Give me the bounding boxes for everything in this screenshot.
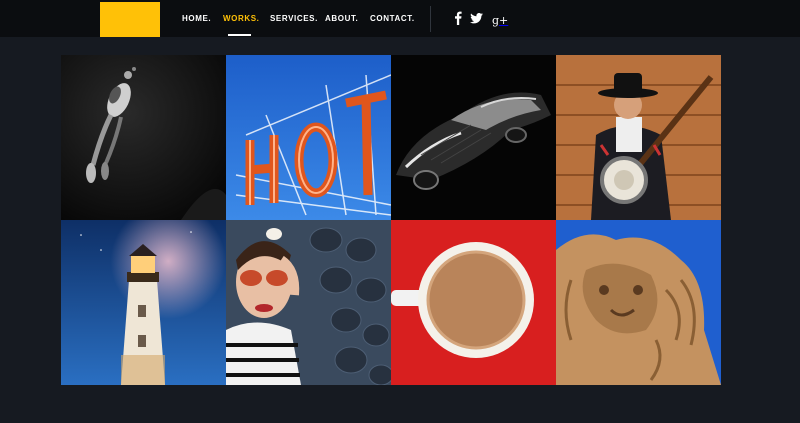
gallery-item-vintage-car[interactable] (391, 55, 556, 220)
gallery-item-woman-sunglasses[interactable] (226, 220, 391, 385)
nav-home[interactable]: HOME. (182, 14, 211, 23)
vintage-car-image (391, 55, 556, 220)
hotel-sign-image (226, 55, 391, 220)
nav-about[interactable]: ABOUT. (325, 14, 358, 23)
scuba-diver-image (61, 55, 226, 220)
logo[interactable] (100, 2, 160, 37)
nav-divider (430, 6, 431, 32)
google-plus-icon[interactable]: g+ (492, 11, 508, 27)
woman-sunglasses-image (226, 220, 391, 385)
lighthouse-image (61, 220, 226, 385)
portfolio-grid (61, 55, 722, 385)
gallery-item-scuba-diver[interactable] (61, 55, 226, 220)
active-indicator (228, 34, 251, 36)
gallery-item-coffee-cup[interactable] (391, 220, 556, 385)
gallery-item-hotel-neon-sign[interactable] (226, 55, 391, 220)
top-navbar: HOME. WORKS. SERVICES. ABOUT. CONTACT. g… (0, 0, 800, 37)
twitter-icon[interactable] (470, 11, 484, 25)
gallery-item-lighthouse[interactable] (61, 220, 226, 385)
facebook-icon[interactable] (451, 11, 465, 25)
coffee-cup-image (391, 220, 556, 385)
banjo-player-image (556, 55, 721, 220)
lion-statue-image (556, 220, 721, 385)
gallery-item-lion-statue[interactable] (556, 220, 721, 385)
nav-works[interactable]: WORKS. (223, 14, 260, 23)
nav-services[interactable]: SERVICES. (270, 14, 318, 23)
nav-contact[interactable]: CONTACT. (370, 14, 415, 23)
gallery-item-banjo-player[interactable] (556, 55, 721, 220)
